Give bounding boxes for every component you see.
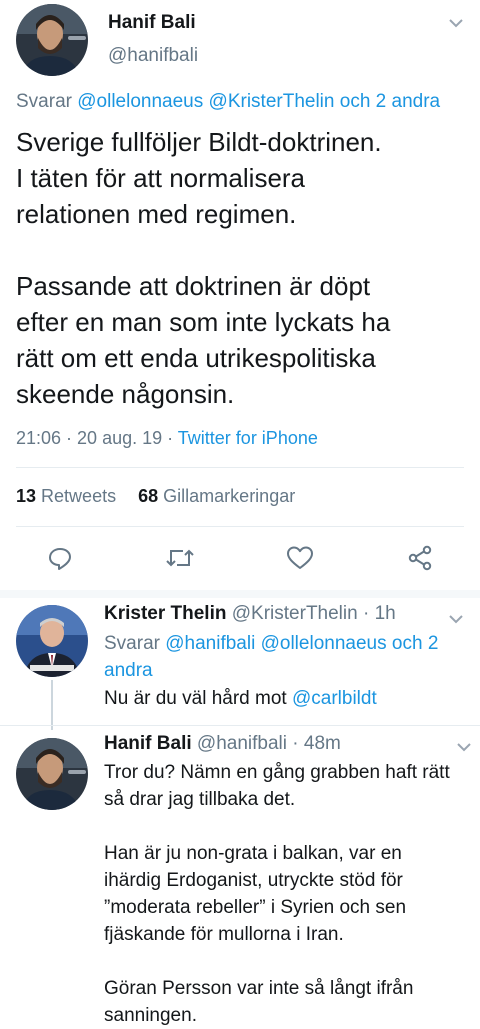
divider: [16, 467, 464, 468]
main-author-avatar[interactable]: [16, 4, 88, 76]
reply-options-chevron-icon[interactable]: [448, 612, 464, 630]
main-author-handle[interactable]: @hanifbali: [108, 45, 198, 67]
reply-author-handle[interactable]: @KristerThelin: [232, 603, 358, 624]
text-line: sanningen.: [104, 1005, 197, 1026]
text-line: så drar jag tillbaka det.: [104, 789, 296, 810]
mention-others-link[interactable]: 2: [428, 633, 439, 654]
reply-header: Krister Thelin @KristerThelin · 1h: [104, 603, 396, 625]
thread-connector-line: [51, 680, 53, 730]
retweets-stat[interactable]: 13 Retweets: [16, 486, 116, 506]
reply-text: Tror du? Nämn en gång grabben haft rätt …: [104, 759, 450, 1029]
mention-link[interactable]: @ollelonnaeus: [77, 91, 203, 112]
mention-conjunction: och: [391, 633, 423, 654]
share-button[interactable]: [402, 540, 438, 576]
reply-author-avatar[interactable]: [16, 605, 88, 677]
like-icon: [287, 546, 313, 569]
mention-link[interactable]: @hanifbali: [165, 633, 255, 654]
text-line: Göran Persson var inte så långt ifrån: [104, 978, 414, 999]
reply-options-chevron-icon[interactable]: [456, 740, 472, 758]
text-line: Sverige fullföljer Bildt-doktrinen.: [16, 127, 382, 157]
tweet-options-chevron-icon[interactable]: [448, 16, 464, 34]
text-line: I täten för att normalisera: [16, 163, 306, 193]
retweets-count: 13: [16, 486, 37, 506]
text-line: relationen med regimen.: [16, 199, 297, 229]
text-line: ihärdig Erdoganist, utryckte stöd för: [104, 870, 403, 891]
text-line: Tror du? Nämn en gång grabben haft rätt: [104, 762, 450, 783]
reply-author-name[interactable]: Hanif Bali: [104, 733, 192, 754]
reply-time: · 1h: [362, 603, 396, 624]
mention-others-link[interactable]: 2 andra: [376, 91, 440, 112]
divider: [0, 725, 480, 726]
main-tweet-text: Sverige fullföljer Bildt-doktrinen. I tä…: [16, 124, 390, 412]
tweet-source-link[interactable]: Twitter for iPhone: [178, 428, 318, 448]
reply-header: Hanif Bali @hanifbali · 48m: [104, 733, 341, 755]
tweet-timestamp: 21:06 · 20 aug. 19 ·: [16, 428, 178, 448]
mention-link[interactable]: @carlbildt: [292, 688, 377, 709]
reply-time: · 48m: [292, 733, 341, 754]
retweet-icon: [166, 549, 194, 567]
reply-author-handle[interactable]: @hanifbali: [197, 733, 287, 754]
share-icon: [408, 545, 432, 571]
text-line: Passande att doktrinen är döpt: [16, 271, 371, 301]
likes-label: Gillamarkeringar: [163, 486, 296, 506]
text-line: rätt om ett enda utrikespolitiska: [16, 343, 376, 373]
text-line: ”moderata rebeller” i Syrien och sen: [104, 897, 407, 918]
like-button[interactable]: [282, 540, 318, 576]
main-replying-to: Svarar @ollelonnaeus @KristerThelin och …: [16, 91, 440, 113]
reply-icon: [49, 548, 71, 570]
text-line: fjäskande för mullorna i Iran.: [104, 924, 344, 945]
replying-prefix: Svarar: [104, 633, 160, 654]
section-separator: [0, 590, 480, 598]
mention-link[interactable]: @KristerThelin: [209, 91, 335, 112]
text-line: Han är ju non-grata i balkan, var en: [104, 843, 402, 864]
reply-text-body: Nu är du väl hård mot: [104, 688, 292, 709]
divider: [16, 526, 464, 527]
text-line: efter en man som inte lyckats ha: [16, 307, 391, 337]
reply-author-avatar[interactable]: [16, 738, 88, 810]
likes-stat[interactable]: 68 Gillamarkeringar: [138, 486, 295, 506]
reply-replying-to: Svarar @hanifbali @ollelonnaeus och 2 an…: [104, 630, 464, 684]
mention-others-link-cont[interactable]: andra: [104, 657, 464, 684]
reply-button[interactable]: [42, 540, 78, 576]
text-line: skeende någonsin.: [16, 379, 235, 409]
reply-author-name[interactable]: Krister Thelin: [104, 603, 226, 624]
retweets-label: Retweets: [41, 486, 117, 506]
tweet-stats: 13 Retweets 68 Gillamarkeringar: [16, 486, 295, 507]
retweet-button[interactable]: [162, 540, 198, 576]
replying-prefix: Svarar: [16, 91, 72, 112]
likes-count: 68: [138, 486, 159, 506]
tweet-meta: 21:06 · 20 aug. 19 · Twitter for iPhone: [16, 428, 318, 449]
mention-conjunction: och: [339, 91, 371, 112]
mention-link[interactable]: @ollelonnaeus: [261, 633, 387, 654]
reply-text: Nu är du väl hård mot @carlbildt: [104, 685, 377, 712]
main-author-name[interactable]: Hanif Bali: [108, 12, 196, 34]
